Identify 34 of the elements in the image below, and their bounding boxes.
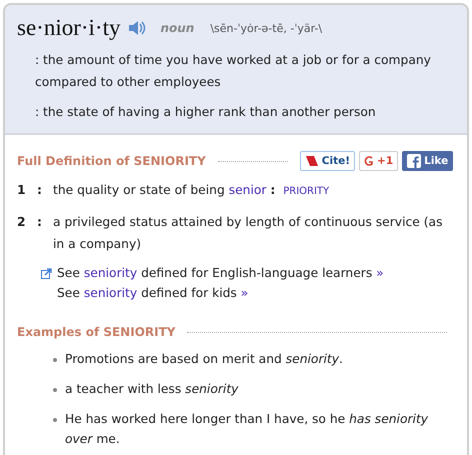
sense-colon: : (37, 182, 43, 199)
section-heading: Full Definition of SENIORITY (17, 154, 206, 168)
bullet-icon (53, 388, 57, 392)
section-heading: Examples of SENIORITY (17, 325, 176, 339)
more-link[interactable]: » (240, 286, 248, 300)
sense-number: 1 (17, 182, 27, 199)
sense-number: 2 (17, 214, 27, 231)
gplus-button[interactable]: +1 (359, 151, 398, 171)
example-sentence: He has worked here longer than I have, so he has seniority over me. (65, 411, 430, 448)
pronunciation: \sēn-ˈyȯr-ə-tē, -ˈyär-\ (210, 22, 322, 34)
sense-definition: the quality or state of being senior : PRIORITY (53, 182, 330, 199)
speaker-icon[interactable] (128, 20, 146, 36)
learner-definition: : the amount of time you have worked at a job or for a company compared to other employees (35, 52, 432, 91)
example-sentence: a teacher with less seniority (65, 381, 238, 398)
bullet-icon (53, 358, 57, 362)
more-link[interactable]: » (376, 266, 384, 280)
see-also-text: See seniority defined for English-language learners » (57, 265, 384, 282)
word-link[interactable]: seniority (84, 266, 138, 280)
headword: se·nior·i·ty (17, 15, 120, 41)
example-sentence: Promotions are based on merit and seniority. (65, 351, 343, 368)
cross-reference-link[interactable]: PRIORITY (283, 186, 330, 197)
word-link[interactable]: seniority (84, 286, 138, 300)
sense-definition: a privileged status attained by length of continuous service (as in a company) (53, 214, 444, 253)
cite-button[interactable]: Cite! (300, 151, 356, 171)
part-of-speech: noun (160, 21, 194, 35)
like-button[interactable]: Like (402, 151, 454, 171)
word-link[interactable]: senior (228, 183, 266, 197)
learner-definition: : the state of having a higher rank than another person (35, 104, 377, 121)
f-logo-icon (407, 154, 422, 168)
bullet-icon (53, 418, 57, 422)
bookmark-icon (304, 155, 319, 167)
see-also-text: See seniority defined for kids » (57, 285, 248, 302)
sense-colon: : (37, 214, 43, 231)
g-logo-icon (364, 154, 374, 168)
